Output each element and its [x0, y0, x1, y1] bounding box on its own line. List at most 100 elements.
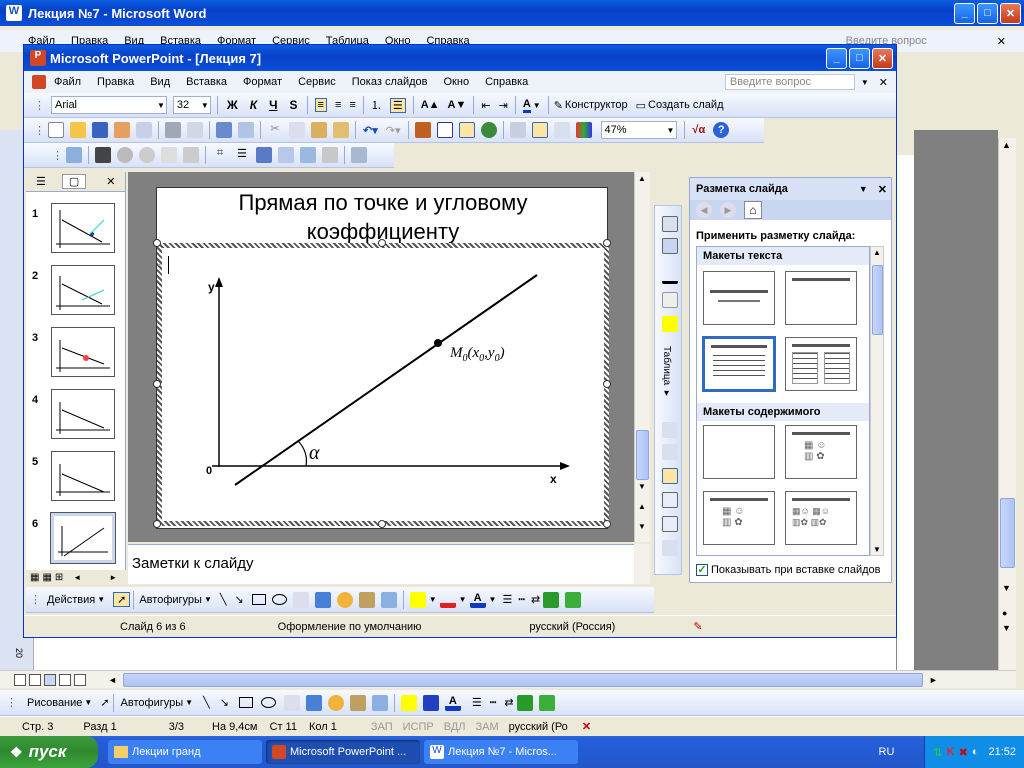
redo-icon[interactable]: ↷▾ — [386, 124, 401, 137]
border-style-icon[interactable] — [662, 268, 678, 284]
research-icon[interactable] — [238, 122, 254, 138]
slideshow-view-icon[interactable]: ⊞ — [55, 572, 63, 583]
slide-vertical-scrollbar[interactable]: ▲ ▼ ▲ ▼ — [634, 172, 650, 542]
ppt-line-color-icon[interactable] — [439, 591, 456, 608]
ppt-designer-button[interactable]: Конструктор — [565, 99, 628, 111]
ppt-arrow-icon[interactable]: ↘ — [234, 593, 243, 606]
ppt-clipart-icon[interactable] — [358, 591, 375, 608]
word-picture-icon[interactable] — [371, 694, 388, 711]
ppt-close-button[interactable]: ✕ — [872, 47, 893, 69]
ppt-autoshapes-menu[interactable]: Автофигуры — [139, 594, 202, 606]
ppt-rectangle-icon[interactable] — [251, 594, 266, 605]
ppt-menu-insert[interactable]: Вставка — [186, 76, 227, 88]
word-horizontal-scrollbar[interactable]: ◄ ► — [0, 670, 1016, 688]
insert-table-icon[interactable] — [436, 122, 453, 138]
expand-all-icon[interactable] — [509, 122, 526, 138]
ppt-underline-button[interactable]: Ч — [269, 98, 277, 112]
layout-title-content-2[interactable]: ▦ ☺ ▥ ✿ — [703, 491, 775, 545]
word-hscroll-thumb[interactable] — [122, 672, 923, 687]
word-vertical-scrollbar[interactable]: ▲ ▼ ● ▼ — [998, 138, 1016, 670]
ppt-align-center-icon[interactable]: ≡ — [335, 99, 341, 111]
slide-thumb-3[interactable] — [51, 327, 115, 377]
ppt-diagram-icon[interactable] — [336, 591, 353, 608]
word-autoshapes-menu[interactable]: Автофигуры — [121, 697, 184, 709]
word-status-trk[interactable]: ИСПР — [403, 721, 434, 733]
ppt-textbox-icon[interactable] — [292, 591, 309, 608]
handle-tl[interactable] — [153, 239, 161, 247]
border-color-icon[interactable] — [662, 292, 678, 308]
ppt-doc-icon[interactable] — [32, 75, 46, 89]
handle-tc[interactable] — [378, 239, 386, 247]
insert-row-icon[interactable] — [662, 422, 678, 438]
print-preview-icon[interactable] — [187, 122, 203, 138]
ppt-font-select[interactable]: Arial — [51, 96, 167, 114]
ppt-decrease-indent-icon[interactable]: ⇤ — [481, 99, 490, 112]
ppt-new-slide-icon[interactable]: ▭ — [636, 99, 646, 112]
word-view-normal-icon[interactable] — [14, 673, 26, 686]
word-view-outline-icon[interactable] — [59, 673, 71, 686]
ppt-close-doc-icon[interactable]: ✕ — [879, 76, 888, 89]
word-close-button[interactable]: ✕ — [1000, 2, 1021, 24]
ppt-bold-button[interactable]: Ж — [227, 98, 238, 112]
word-dash-style-icon[interactable]: ┅ — [490, 696, 497, 709]
ppt-numbering-icon[interactable]: ⒈ — [371, 97, 382, 113]
word-select-arrow-icon[interactable]: ➚ — [100, 696, 109, 709]
ppt-menu-format[interactable]: Формат — [243, 76, 282, 88]
help-icon[interactable]: ? — [713, 122, 730, 138]
ppt-titlebar[interactable]: P Microsoft PowerPoint - [Лекция 7] _ □ … — [24, 45, 896, 71]
less-brightness-icon[interactable] — [183, 147, 199, 163]
open-icon[interactable] — [70, 122, 86, 138]
tray-security-icon[interactable]: ✖ — [959, 746, 968, 759]
word-line-style-icon[interactable]: ☰ — [472, 696, 482, 709]
format-picture-icon[interactable] — [300, 147, 316, 163]
ppt-line-icon[interactable]: ╲ — [220, 593, 227, 606]
fill-color-icon[interactable] — [662, 316, 678, 332]
format-painter-icon[interactable] — [333, 122, 349, 138]
permission-icon[interactable] — [114, 122, 130, 138]
ppt-new-slide-button[interactable]: Создать слайд — [648, 99, 723, 111]
equation-icon[interactable]: √α — [692, 124, 705, 136]
ppt-designer-icon[interactable]: ✎ — [554, 99, 563, 112]
less-contrast-icon[interactable] — [139, 147, 155, 163]
layout-title-only[interactable] — [785, 271, 857, 325]
show-formatting-icon[interactable] — [531, 122, 548, 138]
ppt-menu-slideshow[interactable]: Показ слайдов — [352, 76, 428, 88]
set-transparent-icon[interactable] — [322, 147, 338, 163]
sorter-view-icon[interactable]: ▦ — [42, 572, 51, 583]
ppt-increase-indent-icon[interactable]: ⇥ — [499, 99, 508, 112]
ppt-arrow-style-icon[interactable]: ⇄ — [531, 593, 540, 606]
reset-picture-icon[interactable] — [351, 147, 367, 163]
task-folder[interactable]: Лекции гранд — [108, 740, 262, 764]
handle-mr[interactable] — [603, 380, 611, 388]
word-rectangle-icon[interactable] — [238, 697, 253, 708]
show-grid-icon[interactable] — [553, 122, 570, 138]
print-icon[interactable] — [165, 122, 181, 138]
more-brightness-icon[interactable] — [161, 147, 177, 163]
cut-icon[interactable]: ✂ — [267, 122, 283, 138]
word-view-print-icon[interactable] — [44, 673, 56, 686]
word-arrow-icon[interactable]: ↘ — [220, 696, 229, 709]
recolor-icon[interactable] — [278, 147, 294, 163]
word-arrow-style-icon[interactable]: ⇄ — [504, 696, 513, 709]
word-diagram-icon[interactable] — [327, 694, 344, 711]
home-icon[interactable]: ⌂ — [744, 201, 762, 219]
layouts-scrollbar[interactable]: ▲ ▼ — [870, 246, 884, 556]
word-textbox-icon[interactable] — [283, 694, 300, 711]
align-bottom-icon[interactable] — [662, 516, 678, 532]
show-on-insert-checkbox[interactable]: ✓ — [696, 564, 708, 576]
task-pane-menu-icon[interactable]: ▼ — [859, 184, 868, 194]
save-icon[interactable] — [92, 122, 108, 138]
forward-icon[interactable]: ▶ — [720, 202, 736, 218]
word-maximize-button[interactable]: □ — [977, 2, 998, 24]
eraser-icon[interactable] — [662, 238, 678, 254]
ppt-menu-tools[interactable]: Сервис — [298, 76, 336, 88]
insert-chart-icon[interactable] — [414, 122, 431, 138]
line-style-icon[interactable]: ☰ — [234, 147, 250, 163]
ppt-line-style-icon[interactable]: ☰ — [502, 593, 512, 606]
new-icon[interactable] — [48, 122, 64, 138]
ppt-shadow-icon[interactable] — [543, 591, 560, 608]
layout-two-content[interactable]: ▦☺ ▦☺ ▥✿ ▥✿ — [785, 491, 857, 545]
align-center-icon[interactable] — [662, 492, 678, 508]
word-status-ovr[interactable]: ЗАМ — [475, 721, 498, 733]
word-status-rec[interactable]: ЗАП — [371, 721, 393, 733]
